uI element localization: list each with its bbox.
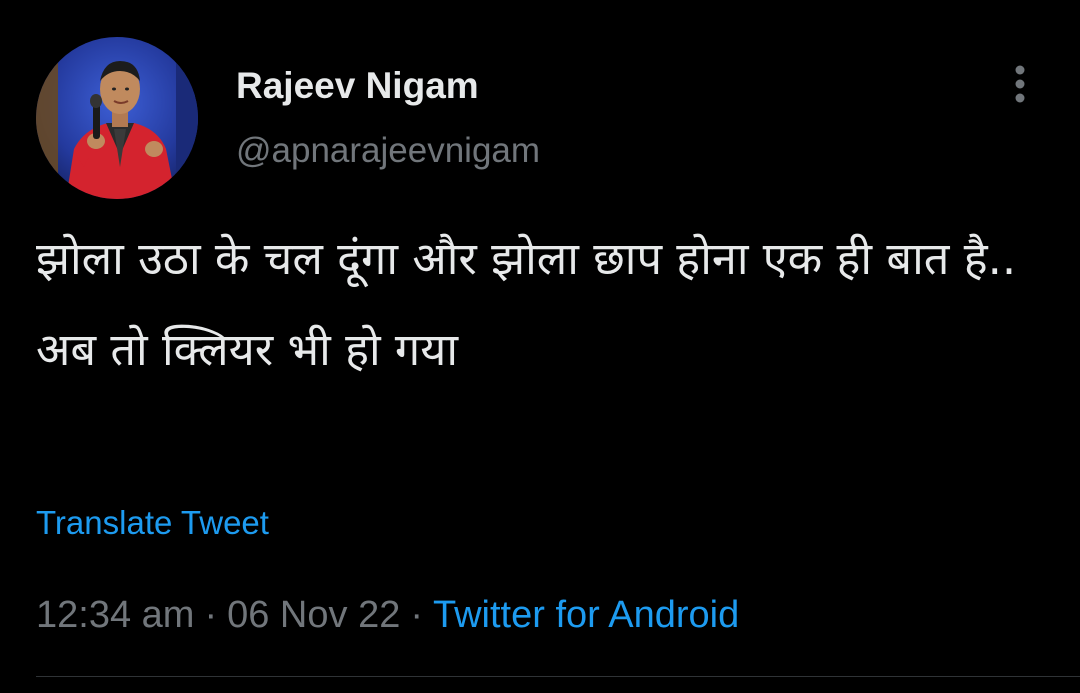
avatar[interactable] xyxy=(36,37,198,199)
more-options-button[interactable] xyxy=(1000,58,1040,114)
profile-photo xyxy=(36,37,198,199)
divider xyxy=(36,676,1080,677)
separator-dot: · xyxy=(204,594,218,636)
tweet-source-link[interactable]: Twitter for Android xyxy=(433,594,739,636)
tweet-time[interactable]: 12:34 am xyxy=(36,594,194,636)
tweet-metadata: 12:34 am · 06 Nov 22 · Twitter for Android xyxy=(36,589,739,641)
translate-tweet-link[interactable]: Translate Tweet xyxy=(36,500,269,546)
tweet-text: झोला उठा के चल दूंगा और झोला छाप होना एक… xyxy=(36,232,1017,376)
author-display-name[interactable]: Rajeev Nigam xyxy=(236,60,479,112)
author-handle[interactable]: @apnarajeevnigam xyxy=(236,126,540,176)
more-vertical-icon xyxy=(1015,65,1025,103)
separator-dot: · xyxy=(410,594,423,636)
tweet-date[interactable]: 06 Nov 22 xyxy=(227,594,400,636)
